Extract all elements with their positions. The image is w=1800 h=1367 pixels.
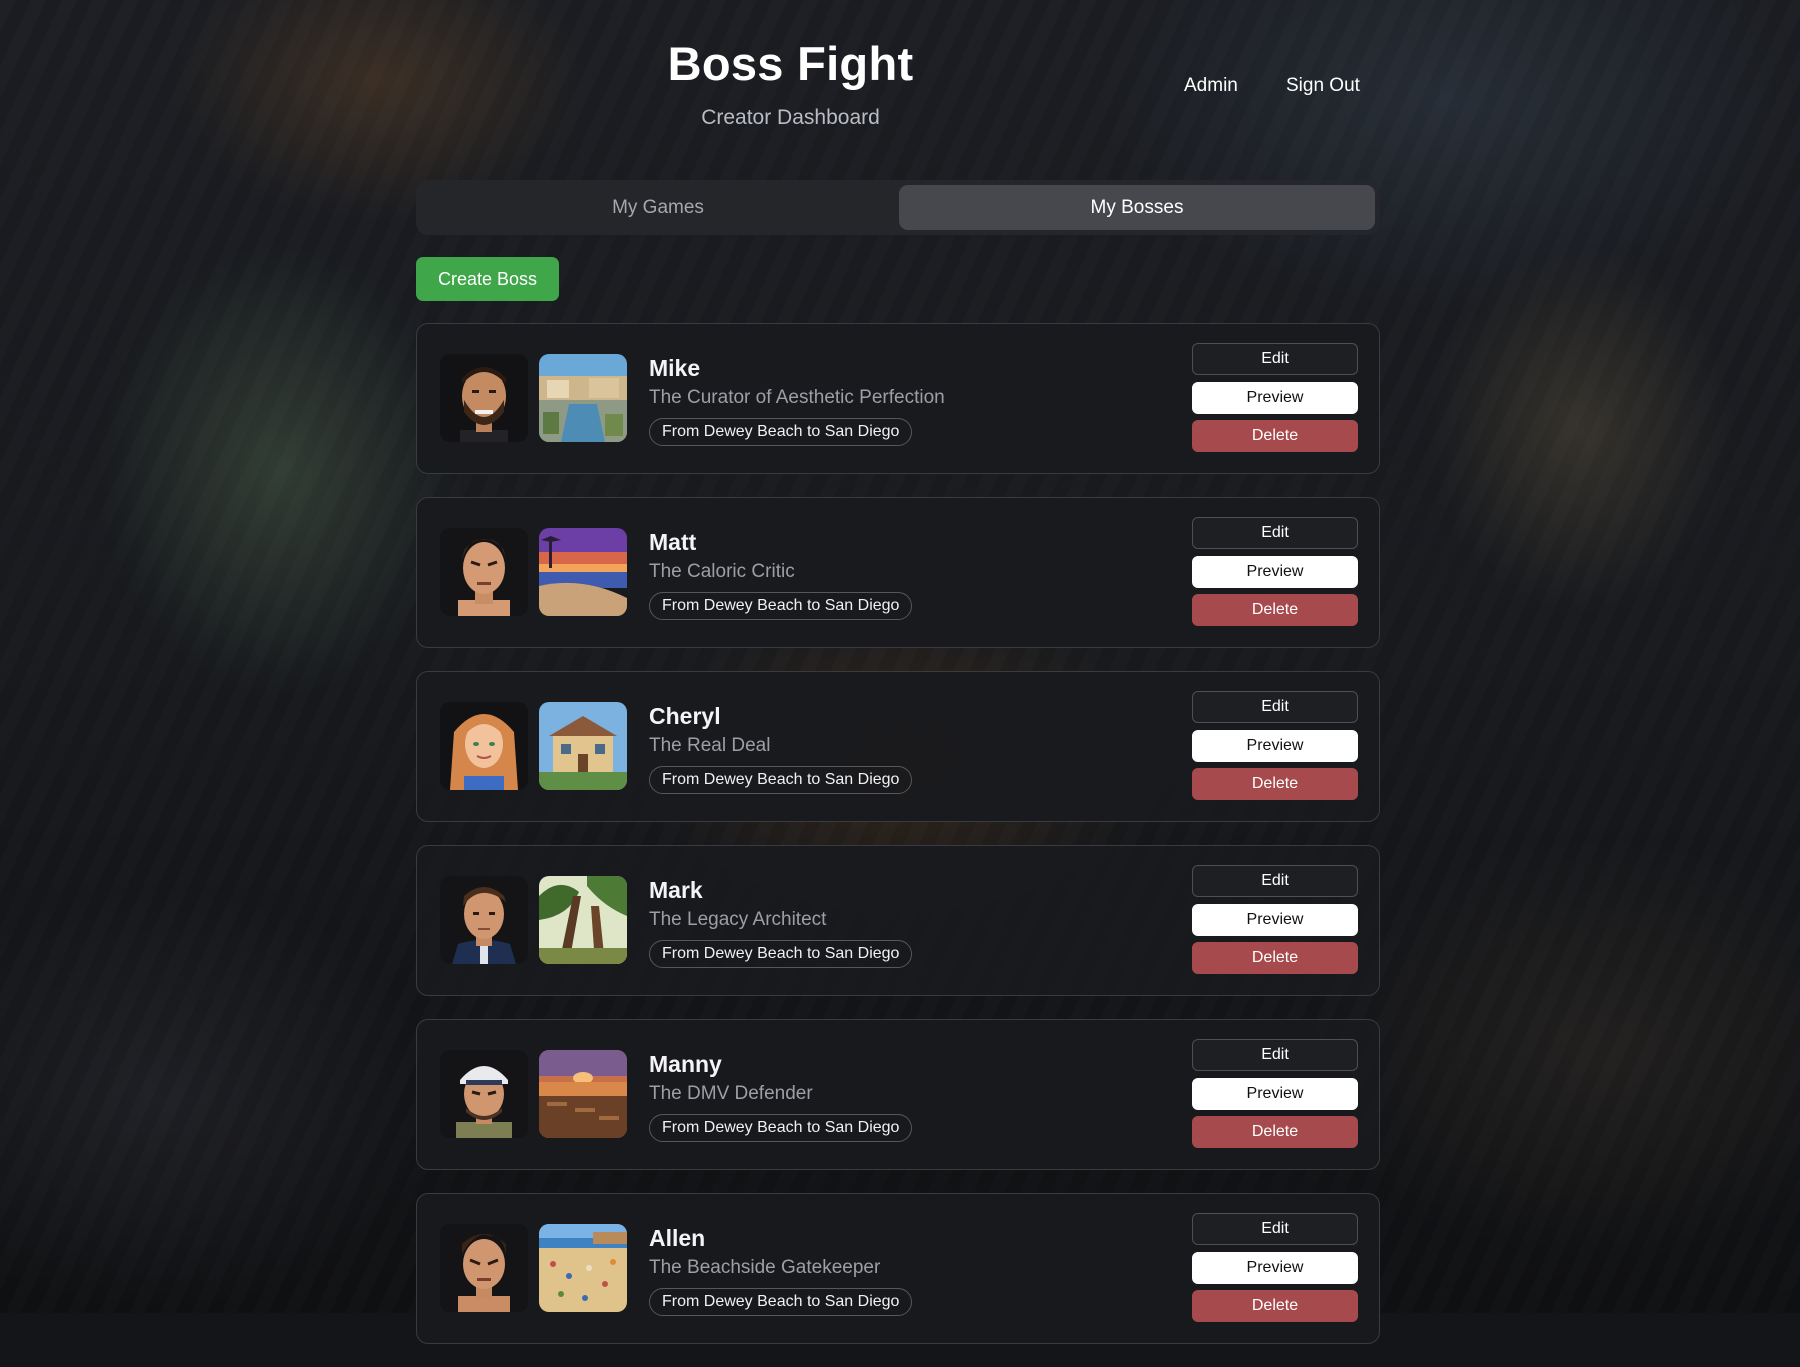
edit-button[interactable]: Edit xyxy=(1192,1213,1358,1245)
tab-my-bosses[interactable]: My Bosses xyxy=(899,185,1375,230)
delete-button[interactable]: Delete xyxy=(1192,594,1358,626)
delete-button[interactable]: Delete xyxy=(1192,1116,1358,1148)
boss-name: Allen xyxy=(649,1225,706,1251)
boss-card: Allen The Beachside Gatekeeper From Dewe… xyxy=(416,1193,1380,1344)
boss-card: Matt The Caloric Critic From Dewey Beach… xyxy=(416,497,1380,648)
delete-button[interactable]: Delete xyxy=(1192,1290,1358,1322)
edit-button[interactable]: Edit xyxy=(1192,343,1358,375)
edit-button[interactable]: Edit xyxy=(1192,691,1358,723)
create-boss-button[interactable]: Create Boss xyxy=(416,257,559,301)
edit-button[interactable]: Edit xyxy=(1192,517,1358,549)
admin-link[interactable]: Admin xyxy=(1184,75,1238,97)
preview-button[interactable]: Preview xyxy=(1192,904,1358,936)
preview-button[interactable]: Preview xyxy=(1192,556,1358,588)
tab-bar: My Games My Bosses xyxy=(416,180,1380,235)
page-header: Boss Fight Creator Dashboard Admin Sign … xyxy=(0,0,1800,150)
boss-name: Mike xyxy=(649,355,701,381)
boss-title: The Beachside Gatekeeper xyxy=(649,1257,881,1278)
tab-my-games[interactable]: My Games xyxy=(421,185,895,230)
boss-card: Mike The Curator of Aesthetic Perfection… xyxy=(416,323,1380,474)
bearded-man-portrait-icon xyxy=(440,354,528,442)
preview-button[interactable]: Preview xyxy=(1192,1252,1358,1284)
man-in-cap-portrait-icon xyxy=(440,1050,528,1138)
boss-name: Mark xyxy=(649,877,703,903)
boss-card: Mark The Legacy Architect From Dewey Bea… xyxy=(416,845,1380,996)
preview-button[interactable]: Preview xyxy=(1192,1078,1358,1110)
sign-out-link[interactable]: Sign Out xyxy=(1286,75,1360,97)
page-subtitle: Creator Dashboard xyxy=(701,106,880,129)
route-badge: From Dewey Beach to San Diego xyxy=(649,1114,913,1142)
route-badge: From Dewey Beach to San Diego xyxy=(649,1288,913,1316)
boss-title: The Legacy Architect xyxy=(649,909,827,930)
delete-button[interactable]: Delete xyxy=(1192,420,1358,452)
man-in-jacket-portrait-icon xyxy=(440,876,528,964)
boss-title: The Real Deal xyxy=(649,735,771,756)
angry-man-portrait-icon xyxy=(440,528,528,616)
delete-button[interactable]: Delete xyxy=(1192,768,1358,800)
route-badge: From Dewey Beach to San Diego xyxy=(649,592,913,620)
boss-title: The DMV Defender xyxy=(649,1083,813,1104)
boss-card: Manny The DMV Defender From Dewey Beach … xyxy=(416,1019,1380,1170)
boss-card: Cheryl The Real Deal From Dewey Beach to… xyxy=(416,671,1380,822)
edit-button[interactable]: Edit xyxy=(1192,865,1358,897)
preview-button[interactable]: Preview xyxy=(1192,382,1358,414)
boss-title: The Curator of Aesthetic Perfection xyxy=(649,387,945,408)
route-badge: From Dewey Beach to San Diego xyxy=(649,418,913,446)
route-badge: From Dewey Beach to San Diego xyxy=(649,940,913,968)
route-badge: From Dewey Beach to San Diego xyxy=(649,766,913,794)
edit-button[interactable]: Edit xyxy=(1192,1039,1358,1071)
blonde-woman-portrait-icon xyxy=(440,702,528,790)
delete-button[interactable]: Delete xyxy=(1192,942,1358,974)
coastal-villa-scene-icon xyxy=(539,354,627,442)
crowded-beach-scene-icon xyxy=(539,1224,627,1312)
forest-trees-scene-icon xyxy=(539,876,627,964)
boss-name: Matt xyxy=(649,529,697,555)
boss-name: Manny xyxy=(649,1051,722,1077)
preview-button[interactable]: Preview xyxy=(1192,730,1358,762)
boss-title: The Caloric Critic xyxy=(649,561,795,582)
boss-name: Cheryl xyxy=(649,703,721,729)
boss-list: Mike The Curator of Aesthetic Perfection… xyxy=(416,323,1380,1367)
suburban-house-scene-icon xyxy=(539,702,627,790)
sunset-beach-scene-icon xyxy=(539,528,627,616)
seaside-deck-scene-icon xyxy=(539,1050,627,1138)
stern-man-portrait-icon xyxy=(440,1224,528,1312)
